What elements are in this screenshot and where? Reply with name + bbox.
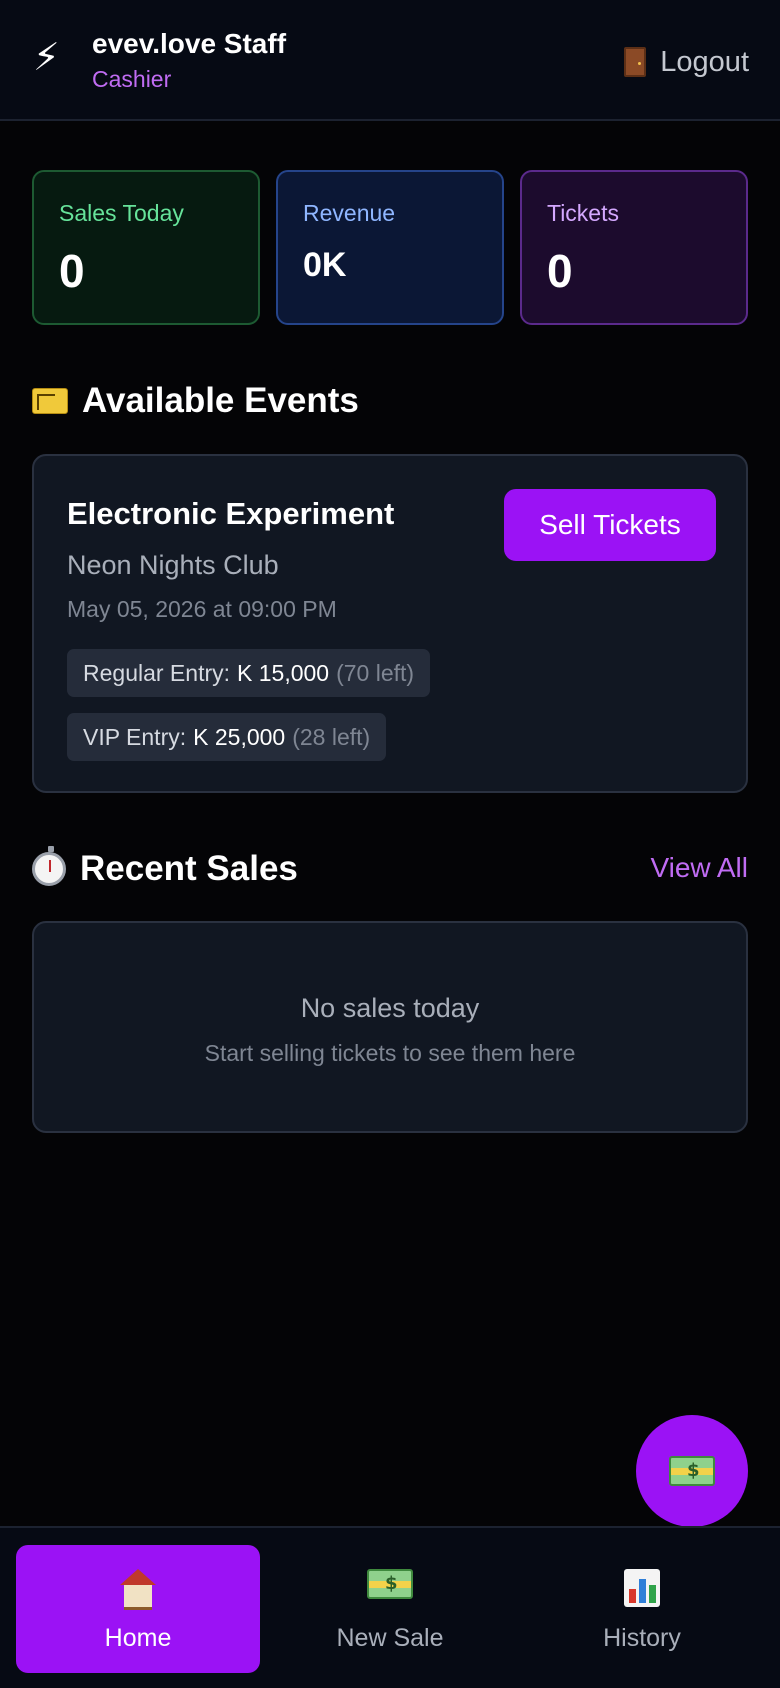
recent-sales-empty-state: No sales today Start selling tickets to … [32,921,748,1133]
recent-sales-heading: Recent Sales [32,846,298,891]
lightning-icon: ⚡ [33,37,60,79]
empty-title: No sales today [300,993,480,1023]
bar-chart-icon [624,1569,660,1607]
stat-label: Sales Today [59,200,184,226]
tier-remaining: (28 left) [292,723,371,750]
stopwatch-icon [32,846,66,886]
tier-label: Regular Entry: [83,659,231,686]
section-title: Available Events [82,381,359,420]
stat-card-sales-today: Sales Today 0 [32,170,260,325]
nav-item-home[interactable]: Home [16,1545,260,1673]
ticket-icon [32,388,68,414]
stat-value: 0 [547,245,573,297]
logout-button[interactable]: Logout [624,42,749,82]
event-datetime: May 05, 2026 at 09:00 PM [67,596,337,622]
view-all-link[interactable]: View All [650,852,748,884]
ticket-tier-regular: Regular Entry: K 15,000 (70 left) [67,649,431,697]
house-icon [118,1569,158,1610]
nav-label: History [603,1624,681,1652]
logout-label: Logout [660,45,749,78]
top-header: ⚡ evev.love Staff Cashier Logout [0,0,780,121]
stat-card-tickets: Tickets 0 [520,170,748,325]
tier-price: K 15,000 [237,659,330,686]
bottom-nav: Home New Sale History [0,1526,780,1688]
stat-card-revenue: Revenue 0K [276,170,504,325]
stat-label: Revenue [303,200,396,226]
nav-label: Home [104,1624,172,1652]
event-card: Electronic Experiment Neon Nights Club M… [32,454,748,793]
event-title: Electronic Experiment [67,496,395,531]
sell-tickets-button[interactable]: Sell Tickets [504,489,716,561]
tier-price: K 25,000 [193,723,286,750]
available-events-heading: Available Events [32,379,359,423]
money-icon [669,1456,715,1486]
new-sale-fab[interactable] [636,1415,748,1527]
tier-label: VIP Entry: [83,723,187,750]
money-icon [367,1569,413,1599]
section-title: Recent Sales [80,849,298,888]
nav-label: New Sale [336,1624,444,1652]
app-root: ⚡ evev.love Staff Cashier Logout Sales T… [0,0,780,1688]
stat-value: 0 [59,245,85,297]
nav-item-history[interactable]: History [520,1545,764,1673]
empty-subtitle: Start selling tickets to see them here [204,1040,576,1066]
ticket-tier-vip: VIP Entry: K 25,000 (28 left) [67,713,387,761]
nav-item-new-sale[interactable]: New Sale [268,1545,512,1673]
app-name: evev.love Staff [92,28,287,59]
user-role: Cashier [92,66,172,92]
tier-remaining: (70 left) [336,659,415,686]
event-venue: Neon Nights Club [67,550,279,580]
stat-value: 0K [303,246,347,284]
stat-label: Tickets [547,200,619,226]
door-icon [624,47,647,77]
